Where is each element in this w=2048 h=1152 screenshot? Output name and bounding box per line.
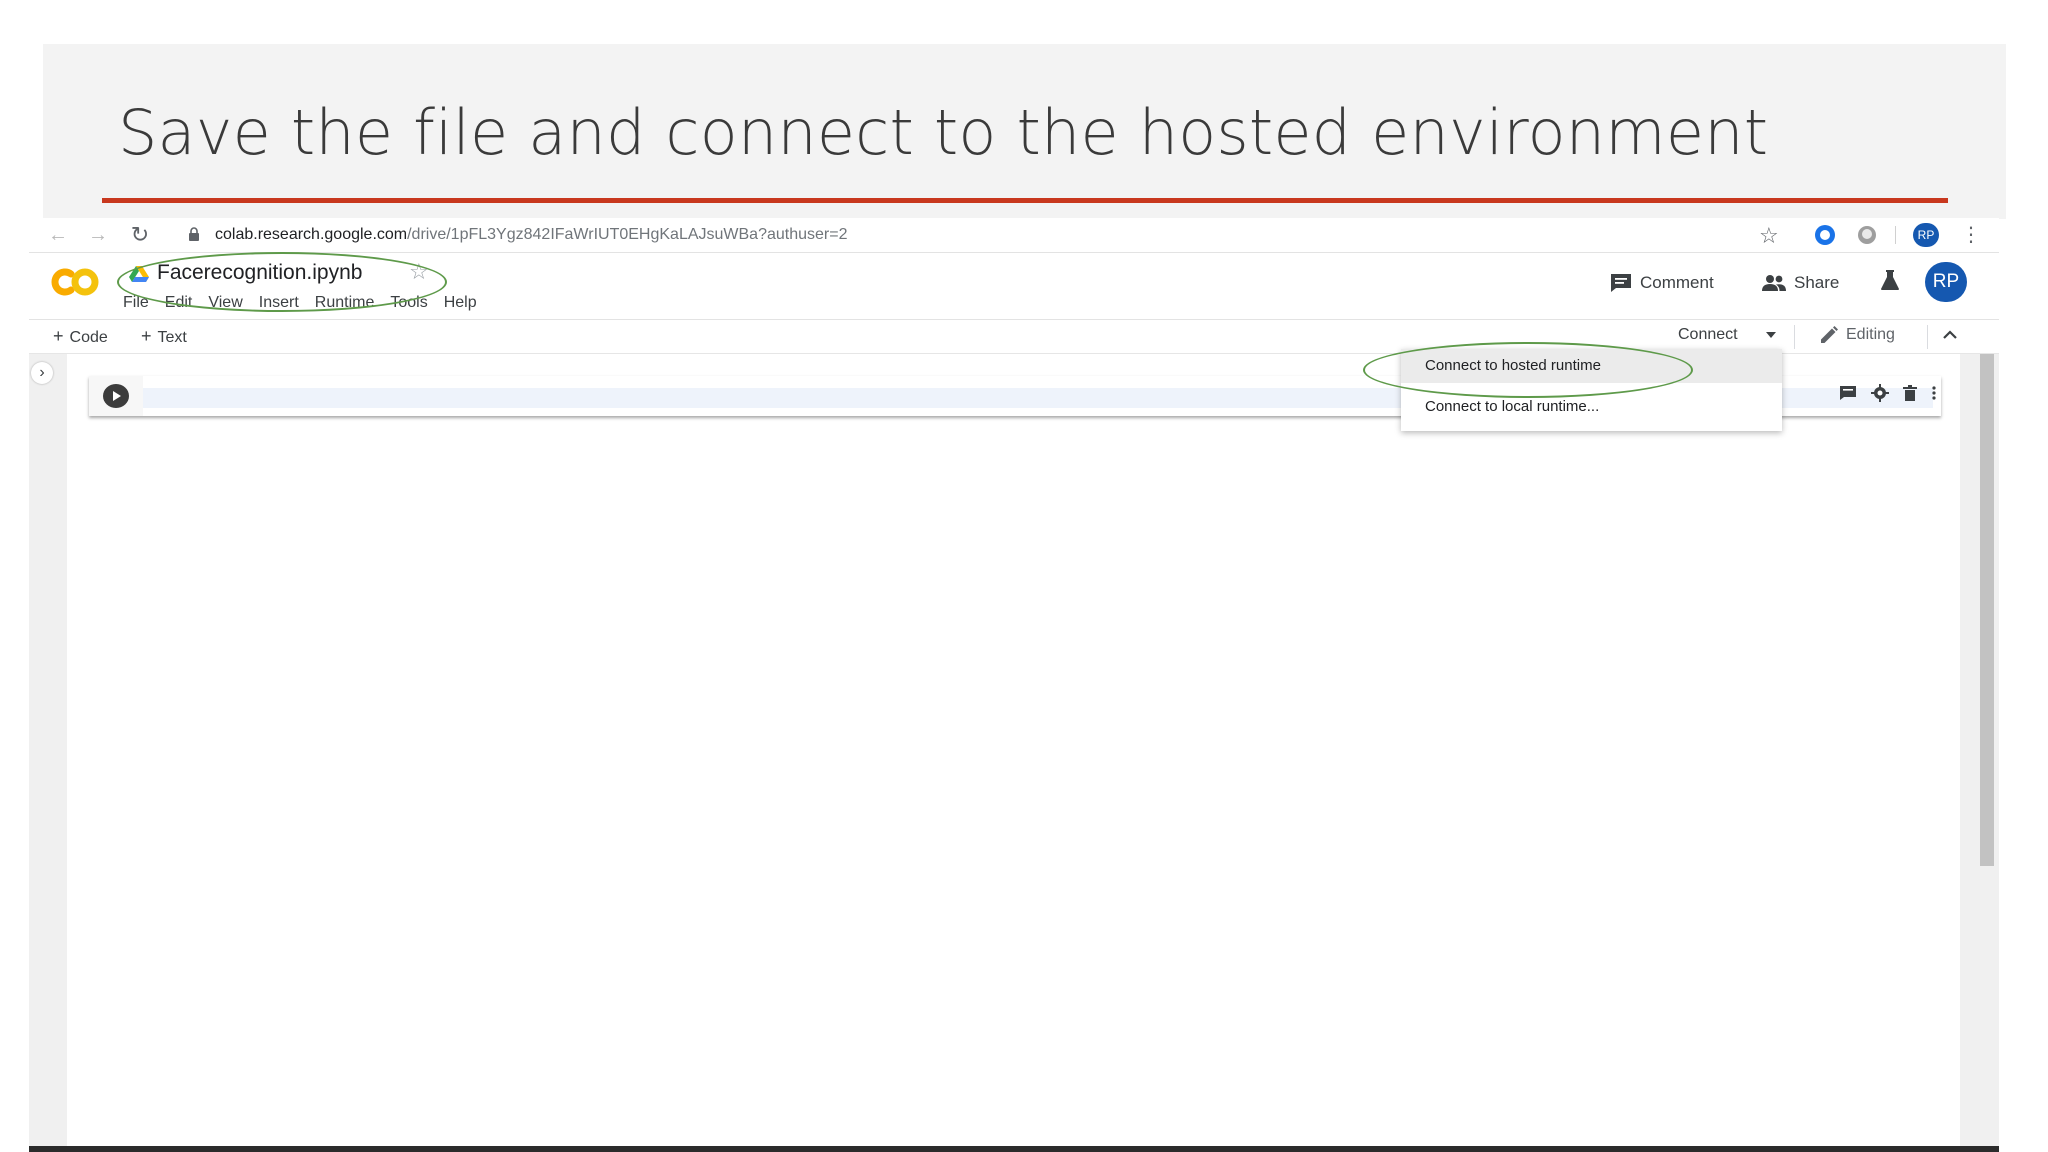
menu-view[interactable]: View	[208, 294, 242, 312]
share-button[interactable]: Share	[1762, 271, 1839, 295]
left-sidebar-gutter: ›	[29, 354, 67, 1152]
menu-runtime[interactable]: Runtime	[315, 294, 375, 312]
plus-icon: +	[53, 326, 64, 346]
lock-icon	[189, 227, 199, 241]
toolbar-divider	[1794, 325, 1795, 349]
trash-icon[interactable]	[1903, 385, 1917, 401]
scrollbar[interactable]	[1980, 354, 1994, 866]
comment-label: Comment	[1640, 273, 1714, 292]
browser-profile-avatar[interactable]: RP	[1913, 223, 1939, 247]
connect-dropdown-menu: Connect to hosted runtime Connect to loc…	[1401, 349, 1782, 431]
colab-menu-bar: File Edit View Insert Runtime Tools Help	[123, 294, 493, 316]
reload-icon[interactable]: ↻	[129, 224, 151, 246]
menu-edit[interactable]: Edit	[165, 294, 193, 312]
share-label: Share	[1794, 273, 1840, 292]
add-code-label: Code	[69, 329, 108, 346]
url-path: /drive/1pFL3Ygz842IFaWrIUT0EHgKaLAJsuWBa…	[407, 226, 848, 243]
toolbar-divider	[1895, 226, 1896, 244]
notebook-workspace: ›	[29, 354, 1999, 1152]
flask-icon[interactable]	[1880, 269, 1900, 291]
browser-toolbar: ← → ↻ colab.research.google.com/drive/1p…	[29, 218, 1999, 253]
run-cell-icon[interactable]	[103, 384, 129, 408]
dropdown-arrow-icon[interactable]	[1766, 332, 1776, 338]
star-icon[interactable]: ☆	[409, 259, 429, 285]
slide-title: Save the file and connect to the hosted …	[118, 96, 1769, 169]
people-icon	[1762, 275, 1786, 291]
browser-screenshot: ← → ↻ colab.research.google.com/drive/1p…	[29, 218, 1999, 1152]
user-avatar[interactable]: RP	[1925, 262, 1967, 302]
connect-hosted-runtime-option[interactable]: Connect to hosted runtime	[1401, 349, 1782, 383]
google-drive-icon	[129, 266, 149, 282]
editing-mode-button[interactable]: Editing	[1820, 326, 1895, 344]
editing-label: Editing	[1846, 326, 1895, 343]
colab-header: Facerecognition.ipynb ☆ File Edit View Inse…	[29, 253, 1999, 320]
menu-tools[interactable]: Tools	[390, 294, 427, 312]
connect-button[interactable]: Connect	[1678, 326, 1738, 344]
extension-icon[interactable]	[1815, 225, 1835, 245]
comment-icon[interactable]	[1839, 385, 1857, 401]
toolbar-divider	[1927, 325, 1928, 349]
title-underline	[102, 198, 1948, 203]
colab-logo-icon[interactable]	[47, 265, 103, 299]
comment-button[interactable]: Comment	[1610, 271, 1714, 295]
menu-insert[interactable]: Insert	[259, 294, 299, 312]
add-code-button[interactable]: + Code	[53, 326, 108, 347]
screenshot-bottom-edge	[29, 1146, 1999, 1152]
expand-sidebar-icon[interactable]: ›	[31, 362, 53, 384]
connect-local-runtime-option[interactable]: Connect to local runtime...	[1401, 390, 1782, 424]
cell-toolbar	[1839, 384, 1937, 402]
browser-menu-icon[interactable]: ⋮	[1961, 222, 1981, 247]
add-text-label: Text	[157, 329, 187, 346]
add-text-button[interactable]: + Text	[141, 326, 187, 347]
plus-icon: +	[141, 326, 152, 346]
extension-icon[interactable]	[1858, 226, 1876, 244]
notebook-area	[67, 354, 1960, 1152]
gear-icon[interactable]	[1871, 384, 1889, 402]
menu-file[interactable]: File	[123, 294, 149, 312]
back-arrow-icon[interactable]: ←	[47, 224, 69, 246]
more-options-icon[interactable]	[1931, 385, 1937, 401]
notebook-title[interactable]: Facerecognition.ipynb	[157, 261, 362, 285]
bookmark-star-icon[interactable]: ☆	[1759, 223, 1779, 249]
collapse-chevron-icon[interactable]	[1943, 330, 1957, 339]
menu-help[interactable]: Help	[444, 294, 477, 312]
url-host: colab.research.google.com	[215, 226, 408, 243]
forward-arrow-icon[interactable]: →	[87, 224, 109, 246]
address-bar[interactable]: colab.research.google.com/drive/1pFL3Ygz…	[215, 226, 847, 244]
pencil-icon	[1821, 326, 1838, 343]
comment-icon	[1611, 274, 1631, 292]
